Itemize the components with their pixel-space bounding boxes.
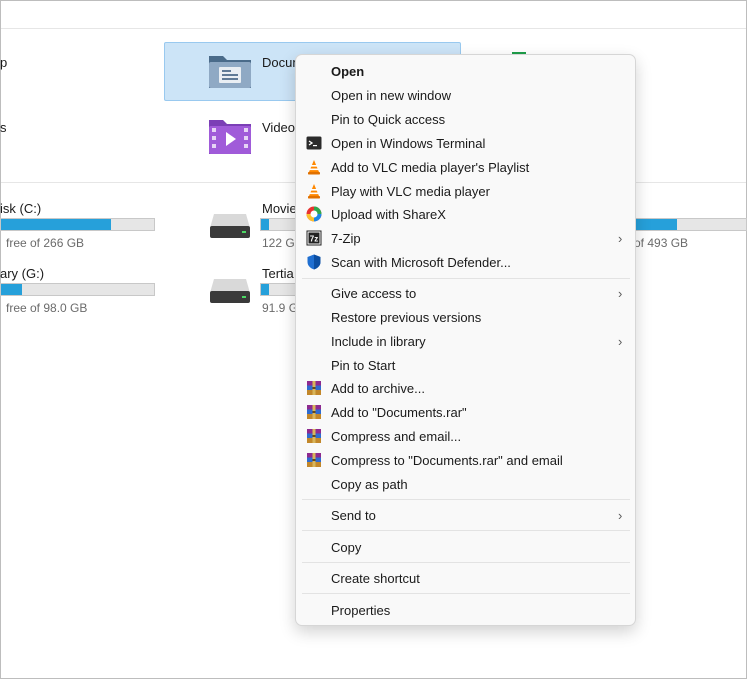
menu-item-label: Send to <box>331 508 376 523</box>
menu-item-create-shortcut[interactable]: Create shortcut <box>296 567 635 591</box>
menu-item-scan-with-microsoft-defender[interactable]: Scan with Microsoft Defender... <box>296 251 635 275</box>
menu-item-label: Include in library <box>331 334 426 349</box>
defender-shield-icon <box>306 254 322 270</box>
menu-item-label: 7-Zip <box>331 231 361 246</box>
menu-item-properties[interactable]: Properties <box>296 599 635 623</box>
menu-item-include-in-library[interactable]: Include in library › <box>296 330 635 354</box>
menu-item-upload-with-sharex[interactable]: Upload with ShareX <box>296 203 635 227</box>
drive-tertiary-name: Tertia <box>262 266 294 281</box>
drive-c-free-text: free of 266 GB <box>6 236 85 250</box>
menu-item-add-to-archive[interactable]: Add to archive... <box>296 377 635 401</box>
menu-item-label: Pin to Quick access <box>331 112 446 127</box>
menu-item-label: Open in Windows Terminal <box>331 136 486 151</box>
menu-item-label: Play with VLC media player <box>331 184 490 199</box>
menu-item-label: Give access to <box>331 286 417 301</box>
menu-item-label: Copy <box>331 540 362 555</box>
menu-item-send-to[interactable]: Send to › <box>296 504 635 528</box>
chevron-right-icon: › <box>618 231 623 246</box>
menu-item-label: Pin to Start <box>331 358 396 373</box>
drive-g-free-text: free of 98.0 GB <box>6 301 88 315</box>
menu-item-copy-as-path[interactable]: Copy as path <box>296 473 635 497</box>
menu-item-label: Add to VLC media player's Playlist <box>331 160 530 175</box>
terminal-icon <box>306 135 322 151</box>
svg-text:7z: 7z <box>310 235 318 244</box>
menu-separator <box>302 499 630 500</box>
menu-separator <box>302 278 630 279</box>
quick-item-label-left: p <box>0 55 8 70</box>
menu-item-open[interactable]: Open <box>296 60 635 84</box>
chevron-right-icon: › <box>618 508 623 523</box>
menu-item-add-to-vlc-media-player-s-playlist[interactable]: Add to VLC media player's Playlist <box>296 156 635 180</box>
menu-separator <box>302 593 630 594</box>
drive-tertiary-usage-fill <box>261 284 269 295</box>
sharex-icon <box>306 206 322 222</box>
drive-movies-usage-fill <box>261 219 269 230</box>
drive-right-free-text: of 493 GB <box>634 236 689 250</box>
menu-item-compress-to-documents-rar-and-email[interactable]: Compress to "Documents.rar" and email <box>296 449 635 473</box>
drive-c-name: isk (C:) <box>0 201 42 216</box>
drive-right-usage-bar <box>620 218 747 231</box>
menu-item-label: Compress and email... <box>331 429 462 444</box>
menu-separator <box>302 562 630 563</box>
menu-item-compress-and-email[interactable]: Compress and email... <box>296 425 635 449</box>
menu-item-open-in-windows-terminal[interactable]: Open in Windows Terminal <box>296 132 635 156</box>
menu-item-copy[interactable]: Copy <box>296 536 635 560</box>
vlc-icon <box>306 183 322 199</box>
drive-movies-name: Movie <box>262 201 297 216</box>
hard-drive-icon[interactable] <box>208 277 252 305</box>
chevron-right-icon: › <box>618 286 623 301</box>
hard-drive-icon[interactable] <box>208 212 252 240</box>
winrar-icon <box>306 380 322 396</box>
menu-item-label: Restore previous versions <box>331 310 482 325</box>
menu-item-label: Add to "Documents.rar" <box>331 405 467 420</box>
drive-movies-usage-bar <box>260 218 300 231</box>
menu-item-add-to-documents-rar[interactable]: Add to "Documents.rar" <box>296 401 635 425</box>
menu-item-open-in-new-window[interactable]: Open in new window <box>296 84 635 108</box>
drive-g-name: ary (G:) <box>0 266 45 281</box>
context-menu: Open Open in new window Pin to Quick acces… <box>295 54 636 626</box>
toolbar-divider <box>1 28 746 29</box>
menu-item-label: Upload with ShareX <box>331 207 446 222</box>
menu-item-label: Properties <box>331 603 391 618</box>
menu-item-label: Copy as path <box>331 477 408 492</box>
videos-folder-icon[interactable] <box>207 116 253 156</box>
quick-item-label-left-2: s <box>0 120 7 135</box>
menu-item-label: Add to archive... <box>331 381 425 396</box>
menu-separator <box>302 530 630 531</box>
menu-item-pin-to-quick-access[interactable]: Pin to Quick access <box>296 108 635 132</box>
menu-item-play-with-vlc-media-player[interactable]: Play with VLC media player <box>296 180 635 204</box>
7zip-icon: 7z <box>306 230 322 246</box>
drive-tertiary-usage-bar <box>260 283 300 296</box>
documents-folder-icon <box>209 56 251 88</box>
menu-item-label: Open in new window <box>331 88 451 103</box>
menu-item-label: Compress to "Documents.rar" and email <box>331 453 563 468</box>
menu-item-7-zip[interactable]: 7z 7-Zip › <box>296 227 635 251</box>
menu-item-restore-previous-versions[interactable]: Restore previous versions <box>296 306 635 330</box>
videos-folder-label: Video <box>262 120 296 135</box>
menu-item-label: Scan with Microsoft Defender... <box>331 255 511 270</box>
drive-c-usage-fill <box>1 219 112 230</box>
drive-g-usage-bar <box>0 283 155 296</box>
winrar-icon <box>306 404 322 420</box>
drive-g-usage-fill <box>1 284 23 295</box>
menu-item-pin-to-start[interactable]: Pin to Start <box>296 354 635 378</box>
drive-movies-free-text: 122 G <box>262 236 295 250</box>
chevron-right-icon: › <box>618 334 623 349</box>
menu-item-give-access-to[interactable]: Give access to › <box>296 282 635 306</box>
menu-item-label: Create shortcut <box>331 571 420 586</box>
menu-item-label: Open <box>331 64 365 79</box>
vlc-icon <box>306 159 322 175</box>
winrar-icon <box>306 452 322 468</box>
drive-c-usage-bar <box>0 218 155 231</box>
winrar-icon <box>306 428 322 444</box>
drive-tertiary-free-text: 91.9 G <box>262 301 299 315</box>
